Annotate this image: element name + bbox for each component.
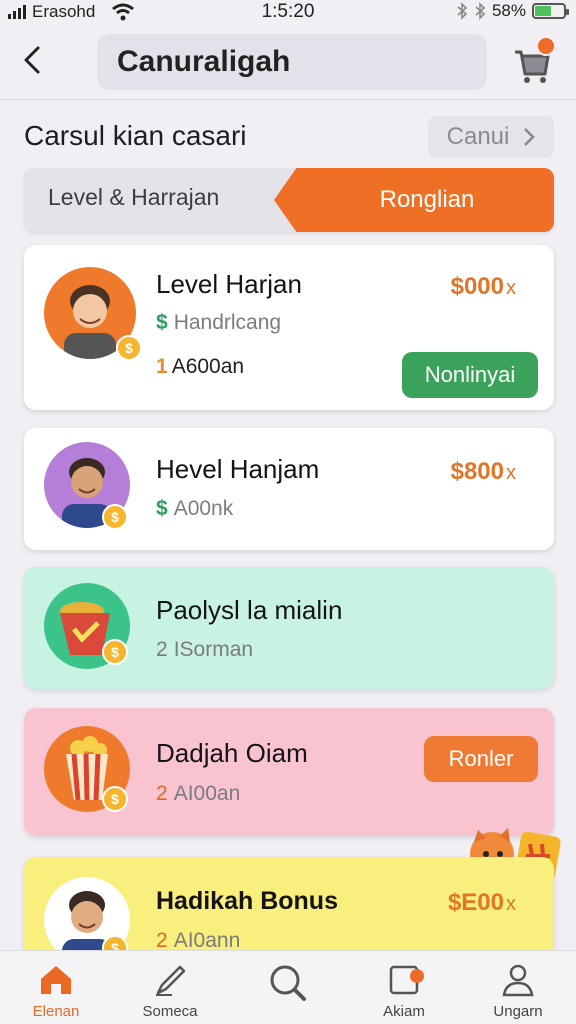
back-button[interactable] — [14, 40, 50, 80]
card-subtitle-text: AI00an — [173, 782, 241, 805]
chevron-left-icon — [24, 46, 40, 74]
card-subtitle: $ A00nk — [156, 497, 233, 521]
chevron-right-icon — [524, 128, 536, 146]
nav-someca[interactable]: Someca — [120, 963, 220, 1020]
nav-ungarn-label: Ungarn — [493, 1003, 543, 1020]
card-price: $800 x — [451, 458, 516, 486]
page-title[interactable]: Canuraligah — [97, 34, 487, 90]
card-sub-num: 2 — [156, 929, 168, 952]
nav-search[interactable] — [238, 963, 338, 1003]
nav-home[interactable]: Elenan — [6, 963, 106, 1020]
nav-someca-label: Someca — [142, 1003, 198, 1020]
card-subtitle: $ Handrlcang — [156, 311, 281, 335]
tab-ranking[interactable]: Ronglian — [274, 168, 554, 232]
bluetooth-icon-2 — [475, 2, 486, 20]
card-action-label: Nonlinyai — [424, 362, 516, 387]
cart-button[interactable] — [510, 36, 556, 84]
status-bar: Erasohd 1:5:20 58% — [0, 0, 576, 24]
card-price-value: $000 — [450, 273, 504, 300]
card-price-suffix: x — [506, 462, 516, 484]
card-price: $E00 x — [448, 889, 516, 917]
battery-icon — [532, 3, 569, 19]
card-action-button[interactable]: Ronler — [424, 736, 538, 782]
card-meta-text: A600an — [171, 355, 245, 378]
card-price-suffix: x — [506, 277, 516, 299]
list-item[interactable]: $ Hadikah Bonus 2 AI0ann $E00 x — [24, 857, 554, 963]
tab-bar: Level & Harrajan Ronglian — [24, 168, 554, 232]
see-all-label: Canui — [446, 123, 510, 150]
card-price-suffix: x — [506, 893, 516, 915]
card-price-value: $800 — [450, 458, 504, 485]
search-icon — [270, 965, 306, 1001]
card-subtitle-text: AI0ann — [173, 929, 241, 952]
nav-akiam[interactable]: Akiam — [354, 963, 454, 1020]
tab-ranking-label: Ronglian — [379, 186, 475, 213]
see-all-button[interactable]: Canui — [428, 116, 554, 158]
card-price: $000 x — [451, 273, 516, 301]
cart-badge — [536, 36, 556, 56]
card-meta-num: 1 — [156, 355, 168, 378]
dollar-icon: $ — [156, 311, 168, 334]
list-item[interactable]: $ Paolysl la mialin 2 ISorman — [24, 567, 554, 689]
card-subtitle-text: A00nk — [173, 497, 234, 520]
nav-akiam-label: Akiam — [383, 1003, 425, 1020]
pencil-icon — [156, 965, 186, 996]
nav-home-label: Elenan — [32, 1003, 80, 1020]
coin-icon: $ — [102, 786, 128, 812]
card-title: Hevel Hanjam — [156, 454, 320, 484]
bluetooth-icon — [457, 2, 468, 20]
dollar-icon: $ — [156, 497, 168, 520]
card-subtitle: 2 ISorman — [156, 638, 253, 662]
list-item[interactable]: $ Level Harjan $ Handrlcang 1 A600an $000 x… — [24, 245, 554, 410]
card-subtitle-text: Handrlcang — [173, 311, 282, 334]
coin-icon: $ — [116, 335, 142, 361]
card-title: Hadikah Bonus — [156, 887, 338, 915]
coin-icon: $ — [102, 504, 128, 530]
home-icon — [41, 966, 71, 994]
card-title: Dadjah Oiam — [156, 738, 308, 768]
battery-percent: 58% — [491, 1, 526, 20]
list-item[interactable]: $ Hevel Hanjam $ A00nk $800 x — [24, 428, 554, 550]
card-title: Level Harjan — [156, 269, 302, 299]
card-subtitle-text: ISorman — [173, 638, 254, 661]
tab-level[interactable]: Level & Harrajan — [48, 184, 219, 211]
card-action-button[interactable]: Nonlinyai — [402, 352, 538, 398]
notification-badge — [410, 969, 424, 983]
card-sub-num: 2 — [156, 638, 168, 661]
card-price-value: $E00 — [447, 889, 504, 916]
card-title: Paolysl la mialin — [156, 595, 343, 625]
top-bar: Canuraligah — [0, 24, 576, 100]
profile-icon — [502, 964, 534, 997]
coin-icon: $ — [102, 639, 128, 665]
bottom-nav: Elenan Someca Akiam Ungarn — [0, 950, 576, 1024]
status-right: 58% — [456, 1, 569, 21]
card-action-label: Ronler — [448, 746, 514, 771]
card-meta: 1 A600an — [156, 355, 244, 379]
list-item[interactable]: $ Dadjah Oiam 2 AI00an Ronler — [24, 708, 554, 836]
section-title: Carsul kian casari — [24, 120, 247, 151]
card-subtitle: 2 AI00an — [156, 782, 240, 806]
card-sub-num: 2 — [156, 782, 168, 805]
nav-ungarn[interactable]: Ungarn — [468, 963, 568, 1020]
